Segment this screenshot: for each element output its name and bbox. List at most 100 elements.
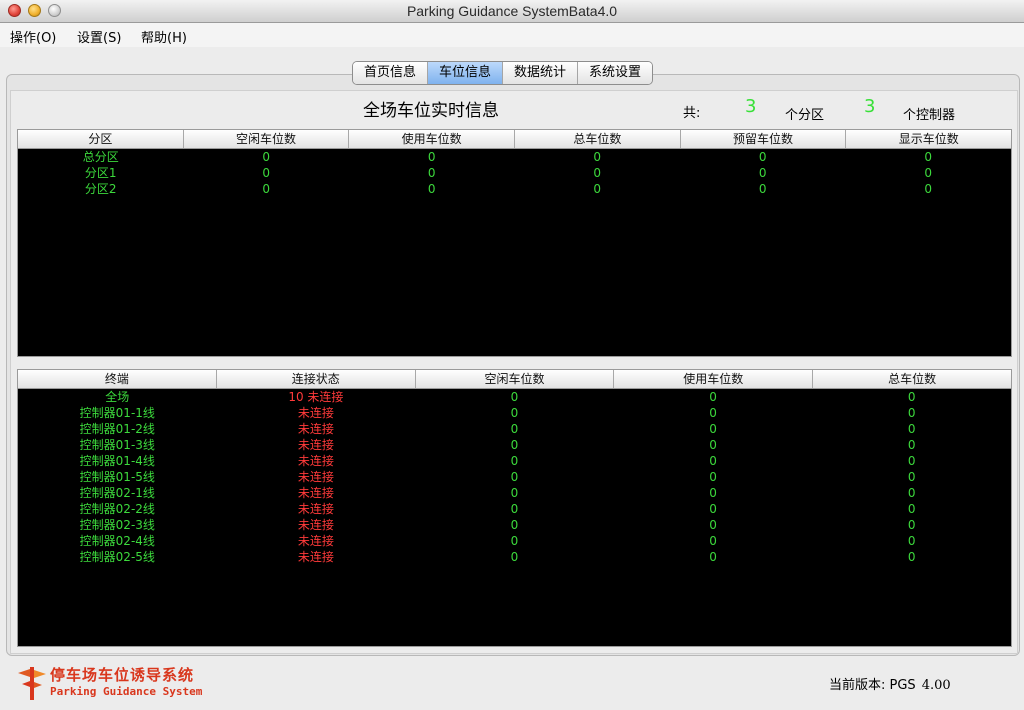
column-header[interactable]: 使用车位数 (349, 130, 516, 148)
terminal-row[interactable]: 控制器01-4线 未连接 0 0 0 (18, 453, 1011, 469)
table-cell: 0 (709, 502, 717, 516)
column-header[interactable]: 空闲车位数 (416, 370, 615, 388)
table-cell: 未连接 (297, 438, 334, 452)
table-cell: 未连接 (297, 502, 334, 516)
column-header[interactable]: 显示车位数 (846, 130, 1011, 148)
table-cell: 0 (709, 550, 717, 564)
table-cell: 0 (907, 486, 916, 500)
zone-row[interactable]: 分区1 0 0 0 0 0 (18, 165, 1011, 181)
table-cell: 0 (510, 438, 519, 452)
terminal-row[interactable]: 控制器01-5线 未连接 0 0 0 (18, 469, 1011, 485)
version-number: 4.00 (921, 678, 951, 693)
logo: 停车场车位诱导系统 Parking Guidance System (16, 664, 226, 702)
table-cell: 0 (709, 454, 717, 468)
table-cell: 0 (262, 166, 271, 180)
column-header[interactable]: 总车位数 (813, 370, 1011, 388)
table-cell: 未连接 (297, 454, 334, 468)
terminals-table[interactable]: 终端 连接状态 空闲车位数 使用车位数 总车位数 全场 10 未连接 0 0 0 控制器01-1线… (17, 369, 1012, 647)
zone-row[interactable]: 分区2 0 0 0 0 0 (18, 181, 1011, 197)
zone-count: 3 (745, 96, 757, 117)
controller-count-label: 个控制器 (903, 108, 956, 123)
table-cell: 0 (924, 182, 933, 196)
column-header[interactable]: 连接状态 (217, 370, 416, 388)
table-cell: 控制器01-4线 (79, 454, 155, 468)
terminal-row[interactable]: 控制器02-1线 未连接 0 0 0 (18, 485, 1011, 501)
table-cell: 控制器01-1线 (79, 406, 155, 420)
column-header[interactable]: 分区 (18, 130, 184, 148)
table-cell: 0 (709, 486, 717, 500)
terminal-row[interactable]: 控制器01-3线 未连接 0 0 0 (18, 437, 1011, 453)
table-cell: 0 (427, 182, 436, 196)
table-cell: 0 (709, 406, 717, 420)
table-cell: 10 未连接 (288, 390, 344, 404)
menu-operation[interactable]: 操作(O) (10, 27, 56, 46)
tab-parking-info[interactable]: 车位信息 (428, 62, 504, 84)
table-cell: 未连接 (297, 534, 334, 548)
table-cell: 0 (758, 166, 767, 180)
table-cell: 未连接 (297, 486, 334, 500)
terminal-row[interactable]: 控制器01-1线 未连接 0 0 0 (18, 405, 1011, 421)
column-header[interactable]: 预留车位数 (681, 130, 847, 148)
table-cell: 控制器02-1线 (79, 486, 155, 500)
zones-table[interactable]: 分区 空闲车位数 使用车位数 总车位数 预留车位数 显示车位数 总分区 0 0 0 0 0 分区1 0 0… (17, 129, 1012, 357)
column-header[interactable]: 总车位数 (515, 130, 681, 148)
version-label: 当前版本: PGS (829, 678, 916, 693)
table-cell: 0 (593, 166, 602, 180)
tab-home-info[interactable]: 首页信息 (353, 62, 429, 84)
column-header[interactable]: 终端 (18, 370, 217, 388)
terminal-row[interactable]: 控制器02-3线 未连接 0 0 0 (18, 517, 1011, 533)
table-cell: 未连接 (297, 550, 334, 564)
table-cell: 0 (709, 534, 717, 548)
menu-help[interactable]: 帮助(H) (141, 27, 187, 46)
zone-row[interactable]: 总分区 0 0 0 0 0 (18, 149, 1011, 165)
table-cell: 0 (510, 454, 519, 468)
table-cell: 控制器02-2线 (79, 502, 155, 516)
table-cell: 0 (907, 390, 916, 404)
terminal-row[interactable]: 全场 10 未连接 0 0 0 (18, 389, 1011, 405)
table-cell: 0 (907, 534, 916, 548)
controller-count: 3 (864, 96, 876, 117)
table-cell: 控制器01-2线 (79, 422, 155, 436)
column-header[interactable]: 空闲车位数 (184, 130, 350, 148)
table-cell: 0 (907, 438, 916, 452)
table-cell: 0 (510, 518, 519, 532)
logo-chinese-text: 停车场车位诱导系统 (50, 666, 195, 684)
table-cell: 0 (907, 518, 916, 532)
table-cell: 总分区 (82, 150, 119, 164)
table-cell: 未连接 (297, 422, 334, 436)
version-info: 当前版本: PGS 4.00 (829, 674, 951, 693)
table-cell: 0 (510, 550, 519, 564)
terminal-row[interactable]: 控制器02-2线 未连接 0 0 0 (18, 501, 1011, 517)
table-cell: 0 (709, 390, 717, 404)
terminal-row[interactable]: 控制器02-4线 未连接 0 0 0 (18, 533, 1011, 549)
zones-table-body: 总分区 0 0 0 0 0 分区1 0 0 0 0 0 分区2 0 0 0 0 0 (18, 149, 1011, 197)
terminals-table-body: 全场 10 未连接 0 0 0 控制器01-1线 未连接 0 0 0 控制器01-2线 未连接 0 0 0 控… (18, 389, 1011, 565)
table-cell: 控制器02-3线 (79, 518, 155, 532)
column-header[interactable]: 使用车位数 (614, 370, 814, 388)
zone-count-label: 个分区 (785, 108, 825, 123)
table-cell: 0 (510, 534, 519, 548)
table-cell: 0 (709, 518, 717, 532)
logo-signpost-icon (18, 667, 46, 700)
table-cell: 分区2 (84, 182, 117, 196)
table-cell: 0 (427, 150, 436, 164)
terminal-row[interactable]: 控制器01-2线 未连接 0 0 0 (18, 421, 1011, 437)
table-cell: 未连接 (297, 518, 334, 532)
table-cell: 0 (593, 150, 602, 164)
table-cell: 0 (907, 406, 916, 420)
table-cell: 0 (709, 470, 717, 484)
tab-statistics[interactable]: 数据统计 (503, 62, 579, 84)
table-cell: 0 (510, 470, 519, 484)
table-cell: 0 (907, 502, 916, 516)
table-cell: 分区1 (84, 166, 117, 180)
table-cell: 0 (758, 150, 767, 164)
tab-system-settings[interactable]: 系统设置 (578, 62, 653, 84)
table-cell: 控制器01-5线 (79, 470, 155, 484)
terminal-row[interactable]: 控制器02-5线 未连接 0 0 0 (18, 549, 1011, 565)
terminals-table-header: 终端 连接状态 空闲车位数 使用车位数 总车位数 (18, 370, 1011, 389)
table-cell: 控制器02-4线 (79, 534, 155, 548)
menu-settings[interactable]: 设置(S) (77, 27, 121, 46)
table-cell: 0 (709, 438, 717, 452)
table-cell: 0 (510, 406, 519, 420)
tab-bar: 首页信息 车位信息 数据统计 系统设置 (352, 61, 654, 85)
